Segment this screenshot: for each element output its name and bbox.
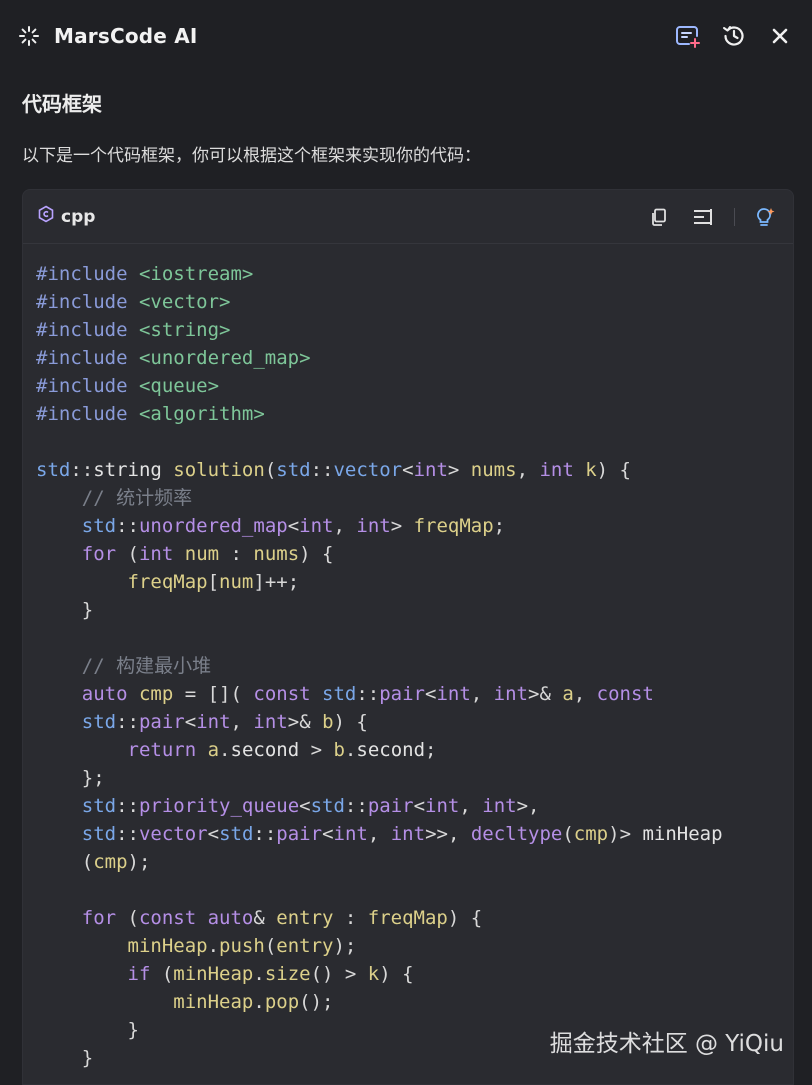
toolbar-divider [734,207,735,226]
sparkle-logo-icon [18,25,40,47]
cpp-language-icon [37,205,55,228]
code-line: std::priority_queue<std::pair<int, int>, [81,795,540,817]
new-chat-icon[interactable] [674,22,702,50]
code-line: #include <string> [36,319,231,341]
code-line: return a.second > b.second; [127,739,437,761]
language-name: cpp [61,206,96,227]
insert-icon[interactable] [690,204,716,230]
code-line: minHeap.push(entry); [127,935,357,957]
copy-icon[interactable] [646,204,672,230]
code-line: for (const auto& entry : freqMap) { [81,907,483,929]
code-content: #include <iostream> #include <vector> #inc… [23,244,793,1072]
code-line: std::unordered_map<int, int> freqMap; [81,515,506,537]
code-tools [646,204,779,230]
code-line: (cmp); [81,851,151,873]
code-line: // 构建最小堆 [36,655,212,677]
code-block: cpp #include <iostream> #include <vector… [22,189,794,1085]
code-line: auto cmp = []( const std::pair<int, int>… [81,683,654,705]
code-line: std::pair<int, int>& b) { [81,711,368,733]
code-line: // 统计频率 [36,487,193,509]
code-line: } [36,599,94,621]
code-line: #include <algorithm> [36,403,265,425]
code-line: freqMap[num]++; [127,571,300,593]
code-line: minHeap.pop(); [173,991,334,1013]
intro-text: 以下是一个代码框架，你可以根据这个框架来实现你的代码： [22,146,481,166]
code-line: for (int num : nums) { [81,543,334,565]
header-actions [674,22,794,50]
code-line: }; [36,767,105,789]
code-line: if (minHeap.size() > k) { [127,963,414,985]
code-line: std::string solution(std::vector<int> nu… [36,459,631,481]
code-block-header: cpp [23,190,793,244]
ai-suggest-icon[interactable] [753,204,779,230]
close-icon[interactable] [766,22,794,50]
code-line: #include <iostream> [36,263,254,285]
watermark: 掘金技术社区 @ YiQiu [549,1031,784,1057]
panel-header: MarsCode AI [0,0,812,72]
code-line: std::vector<std::pair<int, int>>, declty… [81,823,723,845]
app-title: MarsCode AI [54,24,198,48]
code-line: #include <vector> [36,291,231,313]
code-line: #include <queue> [36,375,220,397]
language-label: cpp [37,205,95,228]
history-icon[interactable] [720,22,748,50]
code-line: #include <unordered_map> [36,347,311,369]
section-title: 代码框架 [22,92,102,116]
